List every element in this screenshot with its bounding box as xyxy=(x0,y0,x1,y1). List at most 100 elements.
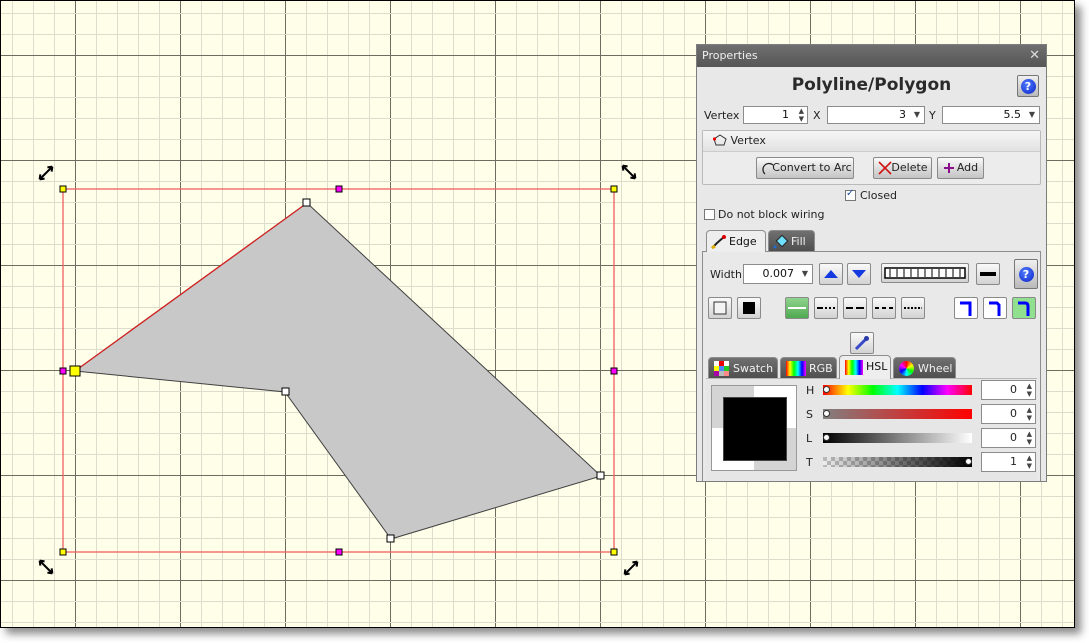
hsl-s-label: S xyxy=(806,408,813,421)
vertex-handle-selected[interactable] xyxy=(69,365,81,377)
slider-knob[interactable] xyxy=(823,434,830,441)
y-value: 5.5 xyxy=(1003,108,1022,121)
mid-handle-bottom[interactable] xyxy=(335,548,343,556)
dropdown-arrow-icon[interactable]: ▼ xyxy=(914,107,920,123)
spinner-arrows-icon[interactable]: ▲ ▼ xyxy=(1027,406,1032,422)
vertex-index-spinner[interactable]: 1 ▲ ▼ xyxy=(743,106,808,124)
rotate-handle-icon[interactable] xyxy=(38,165,55,182)
spinner-arrows-icon[interactable]: ▲ ▼ xyxy=(1027,430,1032,446)
vertex-index-value: 1 xyxy=(782,108,789,121)
edge-width-value: 0.007 xyxy=(762,267,795,280)
add-vertex-button[interactable]: Add xyxy=(937,157,984,179)
width-label: Width xyxy=(710,268,742,281)
dash-solid-button[interactable] xyxy=(785,297,809,319)
rotate-handle-icon[interactable] xyxy=(621,164,638,181)
corner-handle-bottom-left[interactable] xyxy=(59,548,67,556)
edge-width-combo[interactable]: 0.007 ▼ xyxy=(743,264,813,284)
dash-dotted-button[interactable] xyxy=(901,297,925,319)
hsl-l-spinner[interactable]: 0 ▲ ▼ xyxy=(981,428,1036,448)
hsl-tab-content: H 0 ▲ ▼ S 0 ▲ ▼ L 0 ▲ ▼ T 1 ▲ ▼ xyxy=(706,378,1037,481)
x-coordinate-combo[interactable]: 3 ▼ xyxy=(827,106,925,124)
spinner-arrows-icon[interactable]: ▲ ▼ xyxy=(799,107,804,123)
decrease-width-button[interactable] xyxy=(847,263,871,285)
increase-width-button[interactable] xyxy=(819,263,843,285)
edge-color-button[interactable] xyxy=(737,297,761,319)
tab-swatch[interactable]: Swatch xyxy=(708,357,778,379)
no-edge-button[interactable] xyxy=(708,297,732,319)
corner-bevel-button[interactable] xyxy=(983,297,1007,319)
closed-checkbox[interactable] xyxy=(845,188,856,201)
dash-medium-button[interactable] xyxy=(872,297,896,319)
dash-dashdot-button[interactable] xyxy=(814,297,838,319)
add-label: Add xyxy=(956,161,979,174)
hsl-s-spinner[interactable]: 0 ▲ ▼ xyxy=(981,404,1036,424)
dash-long-button[interactable] xyxy=(843,297,867,319)
hsl-t-label: T xyxy=(806,456,813,469)
close-icon[interactable]: ✕ xyxy=(1029,45,1040,67)
slider-knob[interactable] xyxy=(823,410,830,417)
solid-line-icon xyxy=(788,307,806,309)
dropdown-arrow-icon[interactable]: ▼ xyxy=(1029,107,1035,123)
y-coordinate-combo[interactable]: 5.5 ▼ xyxy=(942,106,1040,124)
tab-swatch-label: Swatch xyxy=(733,362,774,375)
empty-square-icon xyxy=(713,301,727,315)
rotate-handle-icon[interactable] xyxy=(38,559,55,576)
rotate-handle-icon[interactable] xyxy=(623,560,640,577)
triangle-down-icon xyxy=(852,270,866,278)
vertex-handle[interactable] xyxy=(281,387,290,396)
corner-miter-button[interactable] xyxy=(954,297,978,319)
y-label: Y xyxy=(929,109,936,122)
spinner-arrows-icon[interactable]: ▲ ▼ xyxy=(1027,454,1032,470)
mid-handle-right[interactable] xyxy=(610,367,618,375)
vertex-handle[interactable] xyxy=(386,534,395,543)
vertex-group-title: Vertex xyxy=(730,134,766,147)
panel-title: Properties xyxy=(702,49,758,62)
vertex-handle[interactable] xyxy=(596,471,605,480)
tab-rgb[interactable]: RGB xyxy=(780,357,837,379)
dropdown-arrow-icon[interactable]: ▼ xyxy=(802,265,808,283)
spinner-value: 0 xyxy=(1010,383,1017,396)
properties-panel: Properties ✕ Polyline/Polygon ? Vertex 1… xyxy=(696,44,1047,482)
color-preview xyxy=(711,385,797,471)
mid-handle-top[interactable] xyxy=(335,185,343,193)
hsl-t-spinner[interactable]: 1 ▲ ▼ xyxy=(981,452,1036,472)
hsl-t-slider[interactable] xyxy=(823,457,972,467)
help-button[interactable]: ? xyxy=(1017,75,1039,97)
hsl-l-slider[interactable] xyxy=(823,433,972,443)
vertex-group-header[interactable]: Vertex xyxy=(703,131,1040,152)
filled-square-icon xyxy=(743,302,755,314)
tab-hsl-label: HSL xyxy=(866,360,888,373)
plus-icon xyxy=(944,163,954,173)
panel-titlebar[interactable]: Properties ✕ xyxy=(697,45,1046,67)
corner-handle-top-right[interactable] xyxy=(610,185,618,193)
hsl-h-spinner[interactable]: 0 ▲ ▼ xyxy=(981,380,1036,400)
slider-knob[interactable] xyxy=(823,386,830,393)
corner-handle-bottom-right[interactable] xyxy=(610,548,618,556)
corner-handle-top-left[interactable] xyxy=(59,185,67,193)
vertex-group: Vertex Convert to Arc Delete Add xyxy=(702,130,1041,185)
hsl-h-slider[interactable] xyxy=(823,385,972,395)
corner-round-button[interactable] xyxy=(1012,297,1036,319)
do-not-block-wiring-checkbox[interactable] xyxy=(704,209,715,220)
triangle-up-icon xyxy=(824,270,838,278)
tab-wheel[interactable]: Wheel xyxy=(893,357,956,379)
delete-vertex-button[interactable]: Delete xyxy=(873,157,932,179)
slider-knob[interactable] xyxy=(965,458,972,465)
tab-edge[interactable]: Edge xyxy=(706,230,766,252)
convert-to-arc-button[interactable]: Convert to Arc xyxy=(756,157,854,179)
spinner-arrows-icon[interactable]: ▲ ▼ xyxy=(1027,382,1032,398)
hsl-s-slider[interactable] xyxy=(823,409,972,419)
eyedropper-button[interactable] xyxy=(850,332,874,354)
edge-help-button[interactable]: ? xyxy=(1014,259,1038,289)
x-label: X xyxy=(813,109,821,122)
tab-hsl[interactable]: HSL xyxy=(839,355,891,379)
line-pattern-button[interactable] xyxy=(881,263,969,283)
help-icon: ? xyxy=(1018,266,1034,282)
spinner-value: 0 xyxy=(1010,431,1017,444)
line-style-button[interactable] xyxy=(976,263,1000,285)
tab-fill[interactable]: Fill xyxy=(768,230,815,252)
mid-handle-left[interactable] xyxy=(59,367,67,375)
panel-heading: Polyline/Polygon xyxy=(791,75,952,95)
vertex-handle[interactable] xyxy=(302,198,311,207)
bevel-corner-icon xyxy=(989,301,1001,316)
